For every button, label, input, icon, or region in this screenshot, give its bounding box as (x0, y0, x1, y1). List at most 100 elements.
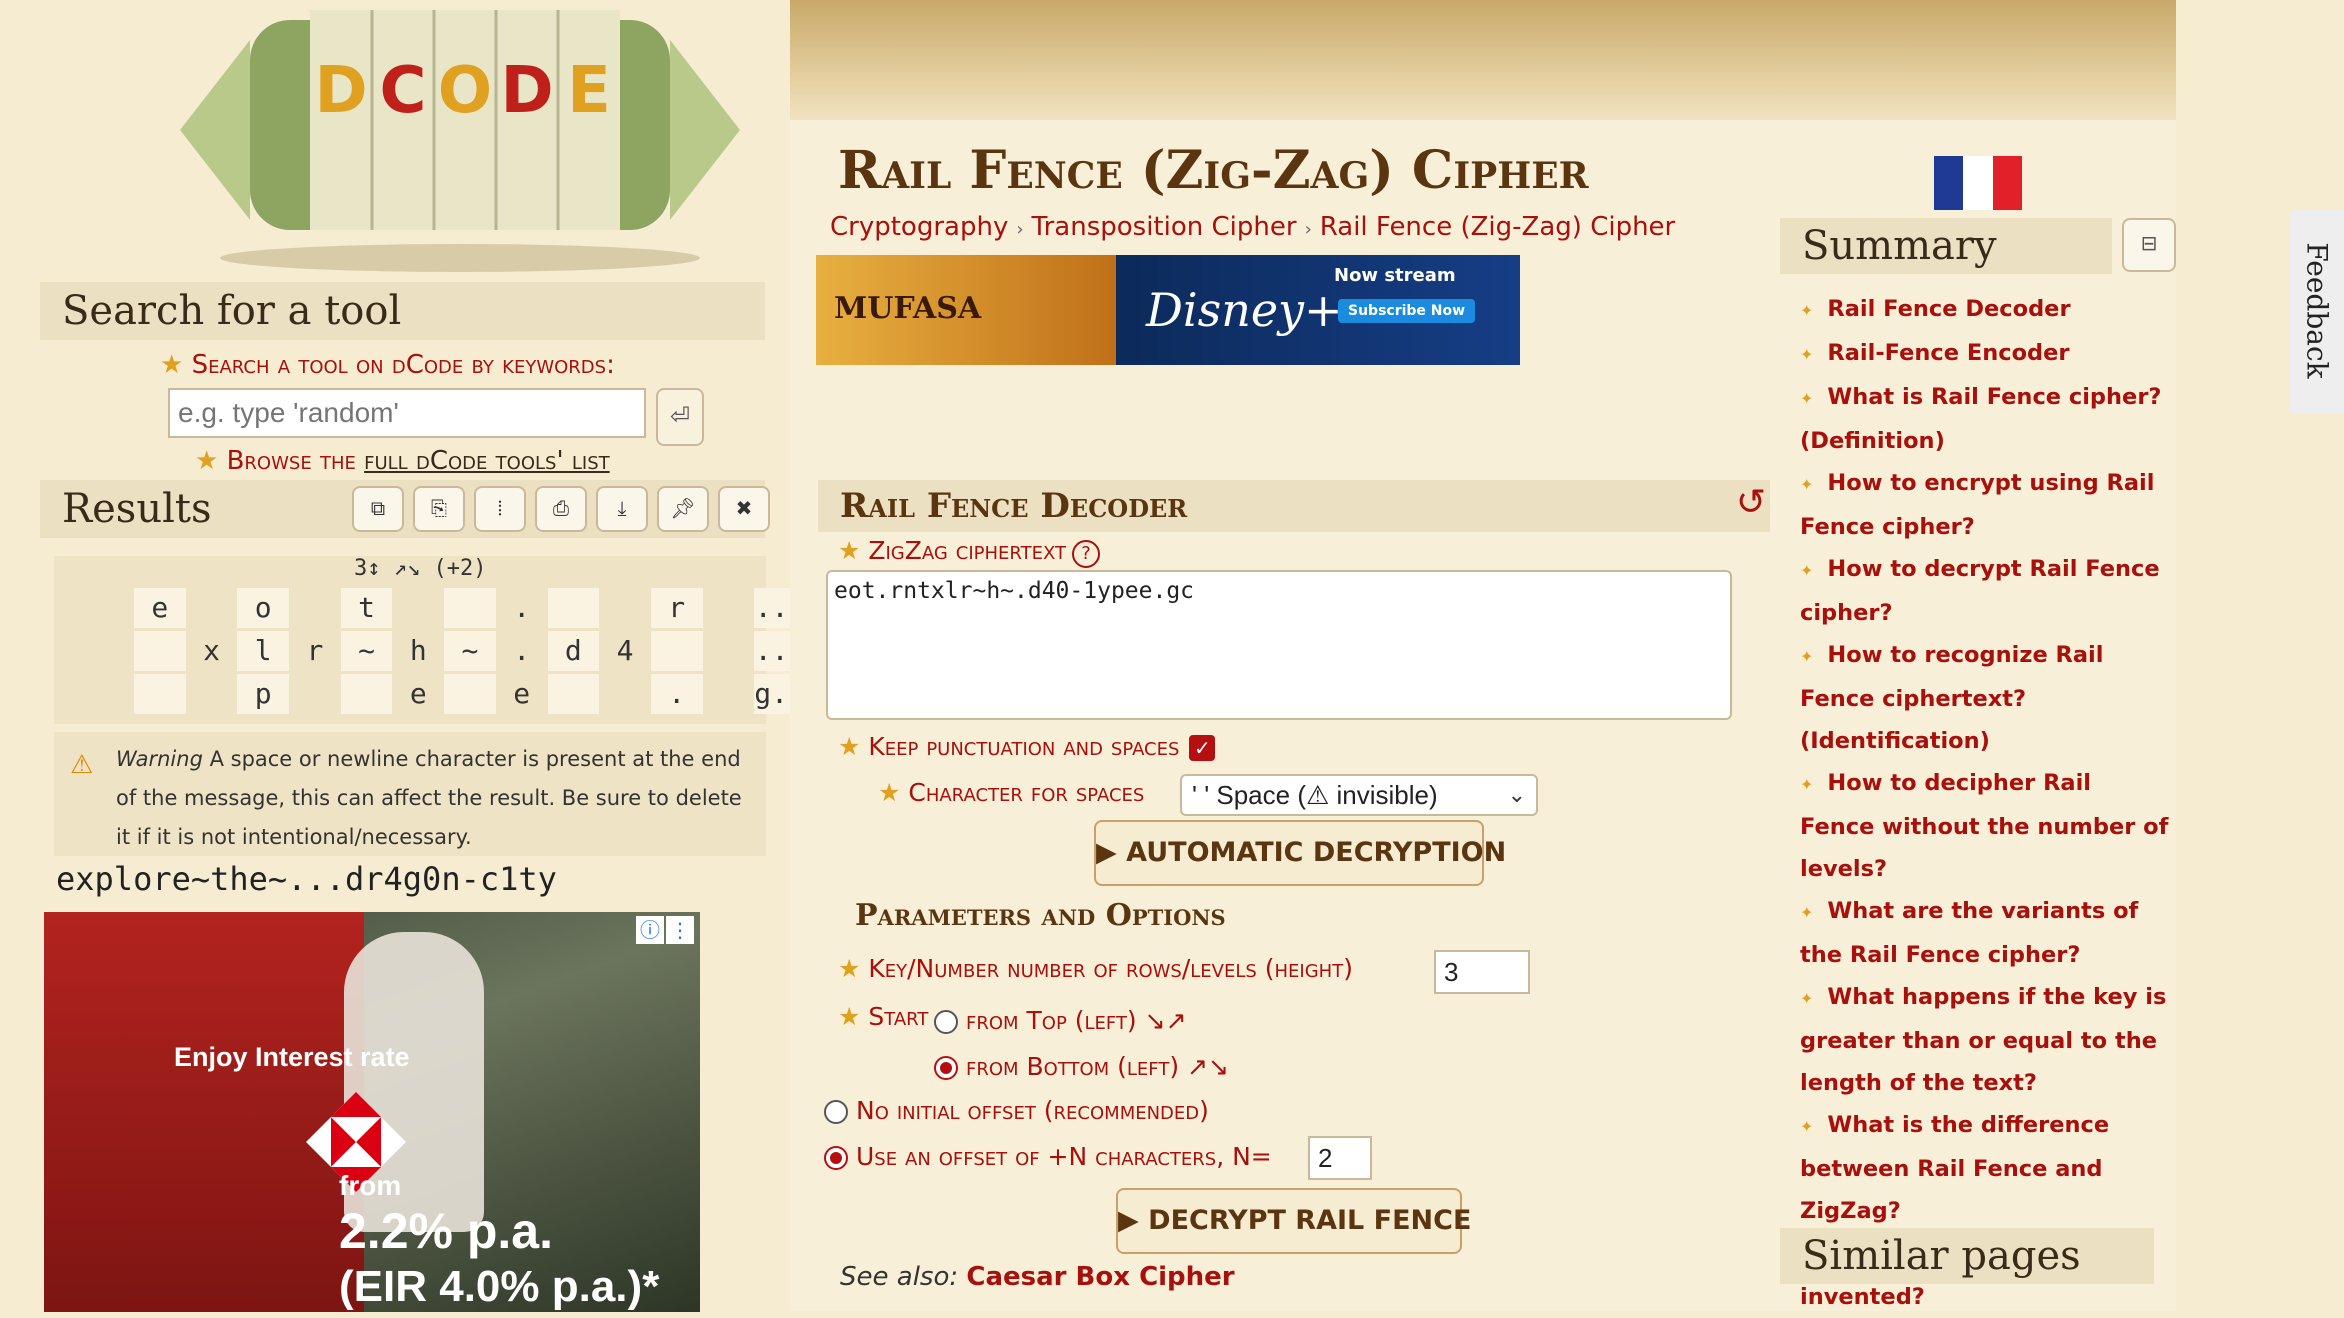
search-heading: Search for a tool (40, 282, 765, 340)
search-input[interactable] (168, 388, 646, 438)
see-also-link[interactable]: Caesar Box Cipher (966, 1262, 1234, 1292)
breadcrumb-item[interactable]: Cryptography (830, 212, 1008, 242)
summary-link[interactable]: ✦ What is the difference between Rail Fen… (1800, 1104, 2172, 1232)
summary-link[interactable]: ✦ What happens if the key is greater than… (1800, 976, 2172, 1104)
warning-box: ⚠ Warning A space or newline character i… (54, 732, 766, 856)
ad-mufasa: MUFASA (816, 255, 1116, 365)
ciphertext-label: ★ ZigZag ciphertext? (838, 536, 1100, 568)
zigzag-header: 3↕ ↗↘ (+2) (354, 556, 487, 581)
keep-punctuation-checkbox[interactable]: ✓ (1189, 735, 1216, 761)
no-offset-radio[interactable] (824, 1100, 848, 1124)
advertisement-left[interactable]: Enjoy Interest rate from 2.2% p.a. (EIR … (44, 912, 700, 1312)
summary-link[interactable]: ✦ What are the variants of the Rail Fence… (1800, 890, 2172, 976)
summary-link[interactable]: ✦ How to recognize Rail Fence ciphertext?… (1800, 634, 2172, 762)
summary-link-text: How to recognize Rail Fence ciphertext? … (1800, 642, 2104, 754)
ad-info-icon[interactable]: ⓘ (636, 916, 664, 944)
start-top-option[interactable]: from Top (left) ↘↗ (934, 1006, 1187, 1035)
key-label: Key/Number number of rows/levels (height… (868, 954, 1353, 983)
star-icon: ★ (838, 536, 861, 565)
summary-link-text: Rail Fence Decoder (1827, 296, 2071, 322)
zigzag-cell: d (547, 631, 600, 671)
help-icon[interactable]: ? (1072, 540, 1100, 568)
search-submit-icon[interactable]: ⏎ (656, 388, 704, 446)
column-icon[interactable]: ⦙ (474, 486, 526, 532)
flag-stripe (1934, 156, 1964, 210)
start-bottom-option[interactable]: from Bottom (left) ↗↘ (934, 1052, 1229, 1081)
french-flag-icon[interactable] (1934, 156, 2022, 210)
summary-link[interactable]: ✦ What is Rail Fence cipher? (Definition) (1800, 376, 2172, 462)
close-icon[interactable]: ✖ (718, 486, 770, 532)
zigzag-cell: . (513, 591, 531, 624)
zigzag-cell (703, 631, 755, 671)
char-spaces-value: ' ' Space (⚠ invisible) (1192, 780, 1438, 810)
zigzag-cell (134, 674, 186, 714)
offset-radio[interactable] (824, 1146, 848, 1170)
zigzag-cell (186, 588, 238, 628)
chevron-down-icon: ⌄ (1507, 782, 1526, 807)
result-answer[interactable]: explore~the~...dr4g0n-c1ty (56, 860, 557, 898)
ad-menu-icon[interactable]: ⋮ (666, 916, 694, 944)
breadcrumb-item[interactable]: Rail Fence (Zig-Zag) Cipher (1320, 212, 1675, 242)
reset-icon[interactable]: ↺ (1736, 482, 1766, 523)
summary-link-text: What are the variants of the Rail Fence … (1800, 898, 2139, 968)
summary-link-text: What happens if the key is greater than … (1800, 984, 2167, 1096)
ad-brand: MUFASA (834, 291, 982, 326)
bullet-icon: ✦ (1800, 389, 1814, 408)
star-icon: ★ (838, 1002, 861, 1031)
feedback-tab[interactable]: Feedback (2290, 210, 2344, 414)
breadcrumb-item[interactable]: Transposition Cipher (1032, 212, 1297, 242)
zigzag-cell: e (409, 677, 427, 710)
results-toolbar: ⧉ ⎘ ⦙ ⎙ ⤓ 📌︎ ✖ (352, 486, 770, 532)
keep-punctuation-label: Keep punctuation and spaces (868, 732, 1180, 761)
summary-link-text: How to decipher Rail Fence without the n… (1800, 770, 2169, 882)
search-keywords-text: Search a tool on dCode by keywords: (191, 350, 615, 380)
key-row: ★ Key/Number number of rows/levels (heig… (838, 954, 1353, 983)
zigzag-cell (444, 674, 496, 714)
parchment-banner (790, 0, 2176, 140)
start-bottom-radio[interactable] (934, 1056, 958, 1080)
summary-link[interactable]: ✦ How to encrypt using Rail Fence cipher? (1800, 462, 2172, 548)
ad-subscribe-button[interactable]: Subscribe Now (1338, 299, 1476, 323)
zigzag-cell: e (513, 677, 531, 710)
summary-link[interactable]: ✦ Rail-Fence Encoder (1800, 332, 2172, 376)
zigzag-cell (444, 588, 496, 628)
no-offset-label: No initial offset (recommended) (856, 1096, 1209, 1125)
char-spaces-select[interactable]: ' ' Space (⚠ invisible) ⌄ (1180, 774, 1538, 816)
zigzag-cell (599, 674, 651, 714)
advertisement-top[interactable]: MUFASA Disney+ Now stream Subscribe Now (816, 255, 1520, 365)
browse-link[interactable]: full dCode tools' list (364, 446, 610, 476)
summary-link[interactable]: ✦ Rail Fence Decoder (1800, 288, 2172, 332)
parameters-heading: Parameters and Options (855, 898, 1226, 933)
zigzag-cell (599, 588, 651, 628)
no-offset-option[interactable]: No initial offset (recommended) (824, 1096, 1209, 1125)
start-top-radio[interactable] (934, 1010, 958, 1034)
zigzag-cell (547, 588, 600, 628)
zigzag-table: 3↕ ↗↘ (+2) eot. r... x l r ~ h ~. d 4... p e e. g.… (54, 556, 822, 724)
summary-link[interactable]: ✦ How to decrypt Rail Fence cipher? (1800, 548, 2172, 634)
pin-icon[interactable]: 📌︎ (657, 486, 709, 532)
offset-input[interactable]: 2 (1308, 1136, 1372, 1180)
ciphertext-input[interactable]: eot.rntxlr~h~.d40-1ypee.gc (826, 570, 1732, 720)
start-bottom-label: from Bottom (left) ↗↘ (966, 1052, 1229, 1081)
copy-icon[interactable]: ⧉ (352, 486, 404, 532)
dcode-logo[interactable]: D C O D E (160, 0, 760, 280)
zigzag-cell: r (650, 588, 703, 628)
copy-all-icon[interactable]: ⎘ (413, 486, 465, 532)
collapse-icon[interactable]: ⊟ (2122, 218, 2176, 272)
key-input[interactable]: 3 (1434, 950, 1530, 994)
similar-pages-heading: Similar pages (1780, 1228, 2154, 1284)
zigzag-cell: l (237, 631, 290, 671)
ad-tagline: Enjoy Interest rate (174, 1042, 410, 1072)
star-icon: ★ (195, 446, 219, 476)
print-icon[interactable]: ⎙ (535, 486, 587, 532)
automatic-decryption-button[interactable]: ▶ AUTOMATIC DECRYPTION (1094, 820, 1506, 886)
page-title: Rail Fence (Zig-Zag) Cipher (838, 140, 1589, 201)
offset-option[interactable]: Use an offset of +N characters, N= (824, 1142, 1272, 1171)
flag-stripe (1992, 156, 2022, 210)
see-also-label: See also: (840, 1262, 959, 1292)
bullet-icon: ✦ (1800, 345, 1814, 364)
download-icon[interactable]: ⤓ (596, 486, 648, 532)
decrypt-button[interactable]: ▶ DECRYPT RAIL FENCE (1116, 1188, 1471, 1254)
summary-link[interactable]: ✦ How to decipher Rail Fence without the … (1800, 762, 2172, 890)
summary-link-text: What is Rail Fence cipher? (Definition) (1800, 384, 2162, 454)
